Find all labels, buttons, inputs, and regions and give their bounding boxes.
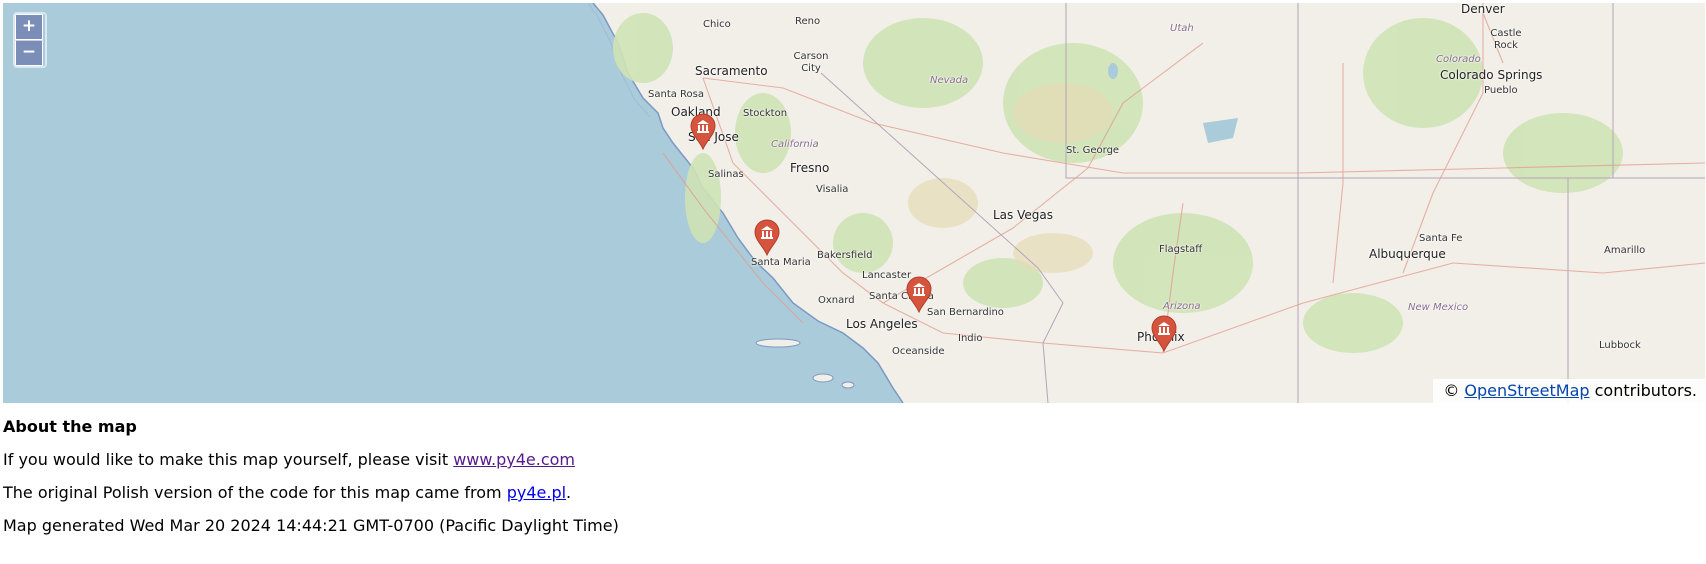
py4e-pl-link[interactable]: py4e.pl (507, 483, 566, 502)
place-label: Pueblo (1484, 85, 1518, 96)
place-label: Carson City (793, 51, 829, 74)
place-label: Santa Maria (751, 257, 811, 268)
place-label: Colorado Springs (1440, 68, 1543, 82)
map-container[interactable]: + − Chico Reno Carson City Sacramento Sa… (3, 3, 1705, 403)
place-label: Santa Rosa (648, 89, 704, 100)
py4e-com-link[interactable]: www.py4e.com (453, 450, 575, 469)
state-label: Arizona (1163, 301, 1201, 312)
about-line-2-suffix: . (566, 483, 572, 502)
openstreetmap-link[interactable]: OpenStreetMap (1464, 381, 1589, 400)
museum-marker[interactable] (1150, 314, 1178, 352)
about-heading: About the map (3, 417, 137, 436)
place-label: Visalia (816, 184, 849, 195)
museum-marker[interactable] (753, 218, 781, 256)
place-label: Reno (795, 16, 821, 27)
state-label: Colorado (1436, 54, 1481, 65)
state-label: Utah (1170, 23, 1194, 34)
zoom-control: + − (13, 12, 47, 68)
place-label: Bakersfield (817, 250, 873, 261)
place-label: Albuquerque (1369, 247, 1446, 261)
generated-timestamp: Map generated Wed Mar 20 2024 14:44:21 G… (3, 516, 619, 535)
place-label: Indio (958, 333, 983, 344)
place-label: Las Vegas (993, 208, 1053, 222)
place-label: Oxnard (818, 295, 855, 306)
museum-marker[interactable] (905, 275, 933, 313)
attribution-suffix: contributors. (1589, 381, 1697, 400)
about-line-1-text: If you would like to make this map yours… (3, 450, 454, 469)
place-label: Los Angeles (846, 317, 918, 331)
state-label: Nevada (930, 75, 969, 86)
map-attribution: © OpenStreetMap contributors. (1433, 379, 1705, 403)
place-label: Santa Fe (1419, 233, 1463, 244)
place-label: San Bernardino (927, 307, 1004, 318)
attribution-prefix: © (1443, 381, 1465, 400)
about-line-2-text: The original Polish version of the code … (3, 483, 507, 502)
place-label: St. George (1066, 145, 1120, 156)
place-label: Flagstaff (1159, 244, 1203, 255)
about-line-1: If you would like to make this map yours… (3, 450, 619, 469)
place-label: Amarillo (1604, 245, 1646, 256)
zoom-out-button[interactable]: − (15, 40, 43, 66)
place-label: Castle Rock (1490, 28, 1522, 51)
zoom-in-button[interactable]: + (15, 14, 43, 40)
place-label: Denver (1461, 3, 1505, 16)
about-section: About the map If you would like to make … (3, 417, 619, 549)
museum-marker[interactable] (689, 112, 717, 150)
state-label: California (771, 139, 819, 150)
place-label: Sacramento (695, 64, 768, 78)
place-label: Fresno (790, 161, 830, 175)
place-label: Salinas (708, 169, 744, 180)
place-label: Chico (703, 19, 731, 30)
place-label: Lubbock (1599, 340, 1641, 351)
place-label: Lancaster (862, 270, 912, 281)
place-label: Oceanside (892, 346, 945, 357)
about-line-2: The original Polish version of the code … (3, 483, 619, 502)
state-label: New Mexico (1408, 302, 1469, 313)
place-label: Stockton (743, 108, 788, 119)
